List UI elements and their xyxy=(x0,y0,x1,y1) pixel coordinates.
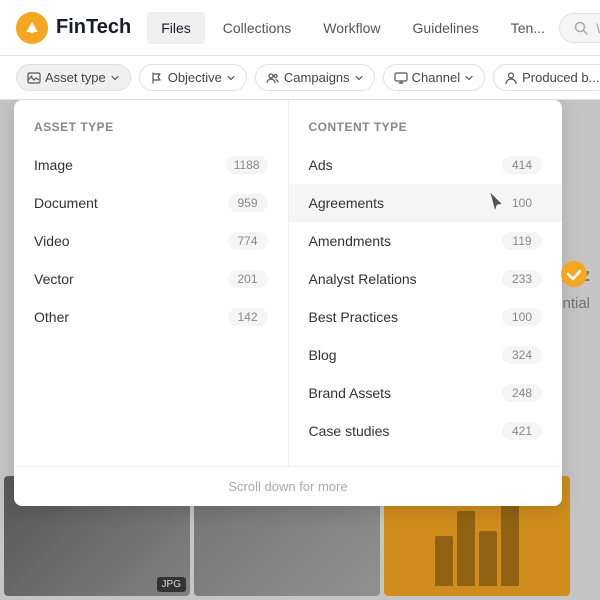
filter-campaigns[interactable]: Campaigns xyxy=(255,64,375,91)
item-count-amendments: 119 xyxy=(502,232,542,250)
dropdown-item-image[interactable]: Image 1188 xyxy=(14,146,288,184)
person-icon xyxy=(504,71,518,85)
dropdown-item-brand-assets[interactable]: Brand Assets 248 xyxy=(289,374,563,412)
dropdown-panel: Asset type Image 1188 Document 959 Video… xyxy=(14,100,562,506)
cursor-icon xyxy=(488,190,506,212)
filter-channel[interactable]: Channel xyxy=(383,64,485,91)
logo-text: FinTech xyxy=(56,16,131,39)
people-icon xyxy=(266,71,280,85)
filter-campaigns-label: Campaigns xyxy=(284,70,350,85)
item-count-blog: 324 xyxy=(502,346,542,364)
item-label-best-practices: Best Practices xyxy=(309,309,398,325)
nav-tab-more[interactable]: Ten... xyxy=(497,12,559,44)
filterbar: Asset type Objective Campaigns Channel xyxy=(0,56,600,100)
dropdown-item-vector[interactable]: Vector 201 xyxy=(14,260,288,298)
chevron-down-icon-4 xyxy=(464,73,474,83)
item-label-image: Image xyxy=(34,157,73,173)
item-count-video: 774 xyxy=(228,232,268,250)
dropdown-item-other[interactable]: Other 142 xyxy=(14,298,288,336)
dropdown-item-document[interactable]: Document 959 xyxy=(14,184,288,222)
dropdown-item-blog[interactable]: Blog 324 xyxy=(289,336,563,374)
item-label-brand-assets: Brand Assets xyxy=(309,385,392,401)
topbar: FinTech Files Collections Workflow Guide… xyxy=(0,0,600,56)
nav-tabs: Files Collections Workflow Guidelines Te… xyxy=(147,12,559,44)
scroll-more: Scroll down for more xyxy=(14,466,562,506)
item-count-analyst-relations: 233 xyxy=(502,270,542,288)
item-count-image: 1188 xyxy=(226,156,268,174)
checkmark-badge xyxy=(560,260,588,293)
filter-channel-label: Channel xyxy=(412,70,460,85)
filter-produced-by[interactable]: Produced b... xyxy=(493,64,600,91)
item-label-other: Other xyxy=(34,309,69,325)
logo-area: FinTech xyxy=(16,12,131,44)
item-count-agreements: 100 xyxy=(502,194,542,212)
item-count-other: 142 xyxy=(228,308,268,326)
dropdown-item-ads[interactable]: Ads 414 xyxy=(289,146,563,184)
dropdown-item-agreements[interactable]: Agreements 100 xyxy=(289,184,563,222)
image-icon xyxy=(27,71,41,85)
item-count-ads: 414 xyxy=(502,156,542,174)
search-icon xyxy=(574,21,588,35)
dropdown-item-amendments[interactable]: Amendments 119 xyxy=(289,222,563,260)
item-count-case-studies: 421 xyxy=(502,422,542,440)
chevron-down-icon xyxy=(110,73,120,83)
item-label-analyst-relations: Analyst Relations xyxy=(309,271,417,287)
search-placeholder: Want to search xyxy=(596,20,600,36)
col-header-content-type: Content type xyxy=(289,116,563,146)
item-label-case-studies: Case studies xyxy=(309,423,390,439)
item-label-ads: Ads xyxy=(309,157,333,173)
fintech-logo-icon xyxy=(16,12,48,44)
item-label-video: Video xyxy=(34,233,70,249)
dropdown-col-content-type: Content type Ads 414 Agreements 100 Amen… xyxy=(289,100,563,466)
monitor-icon xyxy=(394,71,408,85)
item-label-agreements: Agreements xyxy=(309,195,384,211)
search-box[interactable]: Want to search xyxy=(559,13,600,43)
nav-tab-collections[interactable]: Collections xyxy=(209,12,305,44)
chevron-down-icon-3 xyxy=(354,73,364,83)
item-count-document: 959 xyxy=(228,194,268,212)
dropdown-item-video[interactable]: Video 774 xyxy=(14,222,288,260)
nav-tab-files[interactable]: Files xyxy=(147,12,205,44)
dropdown-item-analyst-relations[interactable]: Analyst Relations 233 xyxy=(289,260,563,298)
item-label-amendments: Amendments xyxy=(309,233,391,249)
item-label-blog: Blog xyxy=(309,347,337,363)
filter-objective-label: Objective xyxy=(168,70,222,85)
item-label-document: Document xyxy=(34,195,98,211)
filter-asset-type-label: Asset type xyxy=(45,70,106,85)
flag-icon xyxy=(150,71,164,85)
item-count-brand-assets: 248 xyxy=(502,384,542,402)
chevron-down-icon-2 xyxy=(226,73,236,83)
item-count-best-practices: 100 xyxy=(502,308,542,326)
filter-produced-by-label: Produced b... xyxy=(522,70,599,85)
main-content: JPG go horiz confidential Asset type Ima… xyxy=(0,100,600,600)
dropdown-col-asset-type: Asset type Image 1188 Document 959 Video… xyxy=(14,100,289,466)
item-count-vector: 201 xyxy=(228,270,268,288)
dropdown-columns: Asset type Image 1188 Document 959 Video… xyxy=(14,100,562,466)
filter-asset-type[interactable]: Asset type xyxy=(16,64,131,91)
dropdown-item-best-practices[interactable]: Best Practices 100 xyxy=(289,298,563,336)
filter-objective[interactable]: Objective xyxy=(139,64,247,91)
nav-tab-guidelines[interactable]: Guidelines xyxy=(399,12,493,44)
dropdown-item-case-studies[interactable]: Case studies 421 xyxy=(289,412,563,450)
item-label-vector: Vector xyxy=(34,271,74,287)
col-header-asset-type: Asset type xyxy=(14,116,288,146)
nav-tab-workflow[interactable]: Workflow xyxy=(309,12,394,44)
